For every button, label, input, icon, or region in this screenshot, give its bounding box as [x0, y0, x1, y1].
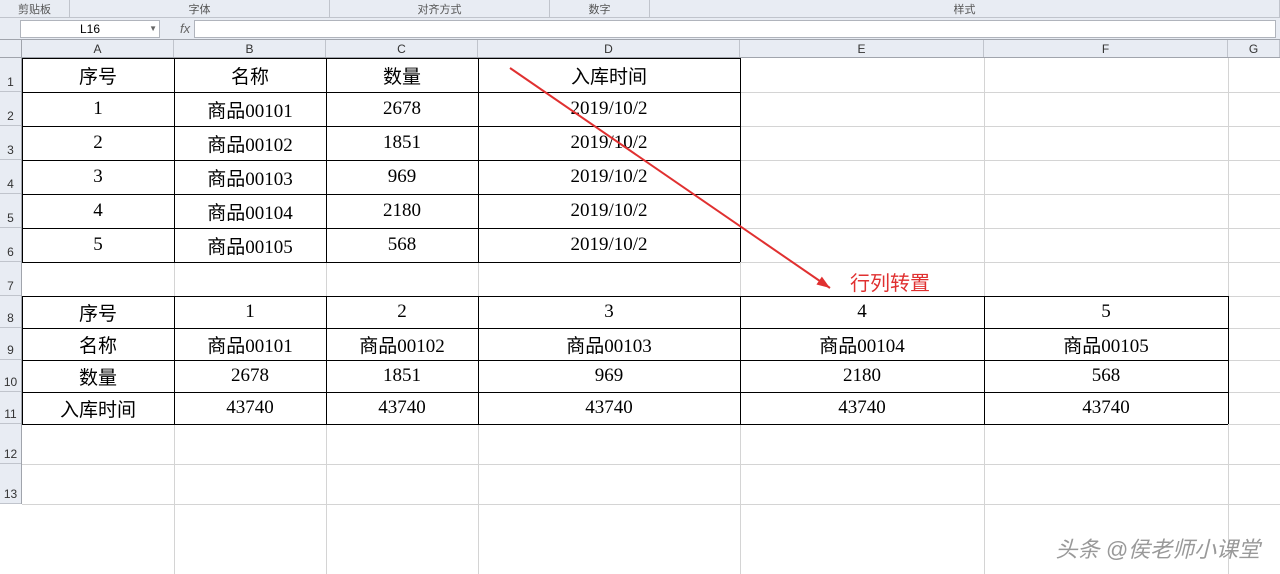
table1-cell[interactable]: 2678	[326, 92, 478, 126]
table2-cell[interactable]: 43740	[984, 392, 1228, 424]
row-header-11[interactable]: 11	[0, 392, 21, 424]
row-header-13[interactable]: 13	[0, 464, 21, 504]
table1-cell[interactable]: 2019/10/2	[478, 160, 740, 194]
watermark: 头条 @侯老师小课堂	[1056, 532, 1260, 564]
row-header-1[interactable]: 1	[0, 58, 21, 92]
table1-cell[interactable]: 2019/10/2	[478, 228, 740, 262]
row-header-5[interactable]: 5	[0, 194, 21, 228]
chevron-down-icon[interactable]: ▼	[149, 24, 157, 33]
table2-cell[interactable]: 2180	[740, 360, 984, 392]
table1-cell[interactable]: 969	[326, 160, 478, 194]
table1-cell[interactable]: 商品00101	[174, 92, 326, 126]
column-header-B[interactable]: B	[174, 40, 326, 57]
ribbon-group-font: 字体	[70, 0, 330, 17]
table2-cell[interactable]: 商品00101	[174, 328, 326, 360]
table1-header[interactable]: 入库时间	[478, 58, 740, 92]
table1-cell[interactable]: 4	[22, 194, 174, 228]
table2-cell[interactable]: 5	[984, 296, 1228, 328]
ribbon-group-number: 数字	[550, 0, 650, 17]
table2-cell[interactable]: 43740	[174, 392, 326, 424]
table1-cell[interactable]: 3	[22, 160, 174, 194]
table2-cell[interactable]: 商品00105	[984, 328, 1228, 360]
table1-cell[interactable]: 2	[22, 126, 174, 160]
row-header-12[interactable]: 12	[0, 424, 21, 464]
table2-cell[interactable]: 商品00104	[740, 328, 984, 360]
table1-header[interactable]: 名称	[174, 58, 326, 92]
row-header-9[interactable]: 9	[0, 328, 21, 360]
ribbon-group-alignment: 对齐方式	[330, 0, 550, 17]
ribbon-group-labels: 剪贴板 字体 对齐方式 数字 样式	[0, 0, 1280, 18]
row-header-6[interactable]: 6	[0, 228, 21, 262]
column-header-F[interactable]: F	[984, 40, 1228, 57]
cells-area[interactable]: 序号名称数量入库时间1商品0010126782019/10/22商品001021…	[22, 58, 1280, 574]
select-all-corner[interactable]	[0, 40, 22, 58]
formula-bar: L16 ▼ fx	[0, 18, 1280, 40]
table2-rowheader[interactable]: 入库时间	[22, 392, 174, 424]
formula-input[interactable]	[194, 20, 1276, 38]
table2-cell[interactable]: 969	[478, 360, 740, 392]
row-header-10[interactable]: 10	[0, 360, 21, 392]
table1-cell[interactable]: 商品00102	[174, 126, 326, 160]
name-box-value: L16	[27, 22, 153, 36]
table1-cell[interactable]: 2019/10/2	[478, 92, 740, 126]
table2-rowheader[interactable]: 序号	[22, 296, 174, 328]
table2-cell[interactable]: 2	[326, 296, 478, 328]
table2-rowheader[interactable]: 名称	[22, 328, 174, 360]
table2-cell[interactable]: 43740	[478, 392, 740, 424]
table1-header[interactable]: 数量	[326, 58, 478, 92]
table2-cell[interactable]: 2678	[174, 360, 326, 392]
spreadsheet-grid[interactable]: ABCDEFG 12345678910111213 序号名称数量入库时间1商品0…	[0, 40, 1280, 574]
table2-cell[interactable]: 3	[478, 296, 740, 328]
name-box[interactable]: L16 ▼	[20, 20, 160, 38]
column-header-D[interactable]: D	[478, 40, 740, 57]
table1-cell[interactable]: 1	[22, 92, 174, 126]
column-header-A[interactable]: A	[22, 40, 174, 57]
table2-cell[interactable]: 1	[174, 296, 326, 328]
table1-cell[interactable]: 商品00103	[174, 160, 326, 194]
row-header-4[interactable]: 4	[0, 160, 21, 194]
ribbon-group-styles: 样式	[650, 0, 1280, 17]
table2-cell[interactable]: 商品00102	[326, 328, 478, 360]
row-headers: 12345678910111213	[0, 58, 22, 504]
table2-cell[interactable]: 1851	[326, 360, 478, 392]
table1-cell[interactable]: 商品00104	[174, 194, 326, 228]
column-header-E[interactable]: E	[740, 40, 984, 57]
table2-cell[interactable]: 568	[984, 360, 1228, 392]
table1-cell[interactable]: 5	[22, 228, 174, 262]
table1-cell[interactable]: 2019/10/2	[478, 194, 740, 228]
column-header-C[interactable]: C	[326, 40, 478, 57]
column-header-G[interactable]: G	[1228, 40, 1280, 57]
table1-header[interactable]: 序号	[22, 58, 174, 92]
table1-cell[interactable]: 2019/10/2	[478, 126, 740, 160]
table2-cell[interactable]: 商品00103	[478, 328, 740, 360]
row-header-8[interactable]: 8	[0, 296, 21, 328]
ribbon-group-clipboard: 剪贴板	[0, 0, 70, 17]
table1-cell[interactable]: 568	[326, 228, 478, 262]
table2-cell[interactable]: 43740	[326, 392, 478, 424]
row-header-3[interactable]: 3	[0, 126, 21, 160]
table2-cell[interactable]: 4	[740, 296, 984, 328]
table1-cell[interactable]: 商品00105	[174, 228, 326, 262]
column-headers: ABCDEFG	[22, 40, 1280, 58]
row-header-2[interactable]: 2	[0, 92, 21, 126]
row-header-7[interactable]: 7	[0, 262, 21, 296]
table2-rowheader[interactable]: 数量	[22, 360, 174, 392]
table1-cell[interactable]: 2180	[326, 194, 478, 228]
table2-cell[interactable]: 43740	[740, 392, 984, 424]
annotation-transpose: 行列转置	[850, 267, 930, 296]
table1-cell[interactable]: 1851	[326, 126, 478, 160]
fx-icon[interactable]: fx	[180, 21, 190, 36]
